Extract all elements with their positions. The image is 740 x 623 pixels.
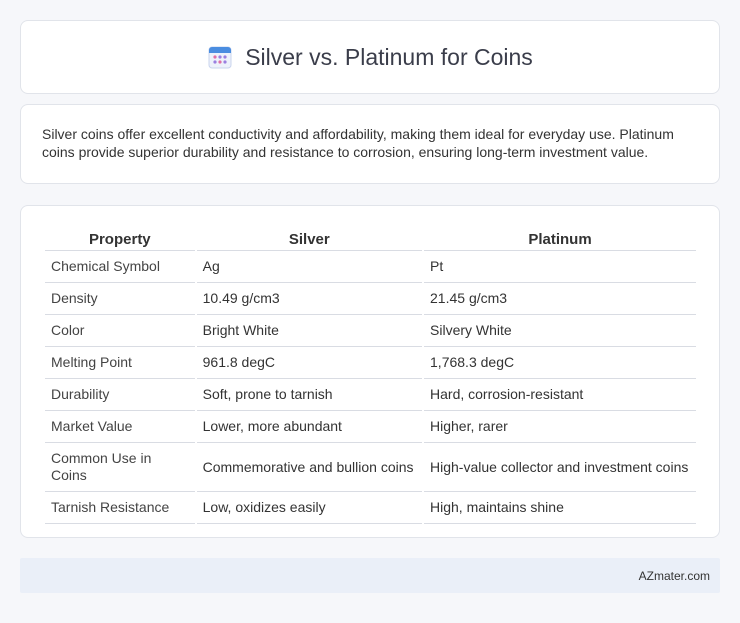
property-cell: Common Use in Coins bbox=[45, 443, 195, 492]
property-cell: Density bbox=[45, 283, 195, 315]
property-cell: Chemical Symbol bbox=[45, 251, 195, 283]
column-header-silver: Silver bbox=[196, 226, 423, 251]
table-row: Durability Soft, prone to tarnish Hard, … bbox=[45, 379, 696, 411]
column-header-platinum: Platinum bbox=[424, 226, 696, 251]
property-cell: Color bbox=[45, 315, 195, 347]
silver-cell: 10.49 g/cm3 bbox=[196, 283, 423, 315]
table-row: Common Use in Coins Commemorative and bu… bbox=[45, 443, 696, 492]
table-row: Market Value Lower, more abundant Higher… bbox=[45, 411, 696, 443]
silver-cell: 961.8 degC bbox=[196, 347, 423, 379]
property-cell: Durability bbox=[45, 379, 195, 411]
intro-text: Silver coins offer excellent conductivit… bbox=[42, 126, 674, 160]
property-cell: Melting Point bbox=[45, 347, 195, 379]
table-header-row: Property Silver Platinum bbox=[45, 226, 696, 251]
intro-card: Silver coins offer excellent conductivit… bbox=[20, 104, 720, 184]
table-row: Melting Point 961.8 degC 1,768.3 degC bbox=[45, 347, 696, 379]
property-cell: Market Value bbox=[45, 411, 195, 443]
platinum-cell: 1,768.3 degC bbox=[424, 347, 696, 379]
footer-credit: AZmater.com bbox=[638, 568, 710, 583]
platinum-cell: High, maintains shine bbox=[424, 492, 696, 524]
silver-cell: Low, oxidizes easily bbox=[196, 492, 423, 524]
calendar-icon bbox=[207, 44, 233, 70]
title-group: Silver vs. Platinum for Coins bbox=[207, 44, 533, 71]
footer-bar: AZmater.com bbox=[20, 558, 720, 593]
table-row: Density 10.49 g/cm3 21.45 g/cm3 bbox=[45, 283, 696, 315]
header-card: Silver vs. Platinum for Coins bbox=[20, 20, 720, 94]
platinum-cell: 21.45 g/cm3 bbox=[424, 283, 696, 315]
table-row: Tarnish Resistance Low, oxidizes easily … bbox=[45, 492, 696, 524]
silver-cell: Bright White bbox=[196, 315, 423, 347]
property-cell: Tarnish Resistance bbox=[45, 492, 195, 524]
platinum-cell: High-value collector and investment coin… bbox=[424, 443, 696, 492]
silver-cell: Soft, prone to tarnish bbox=[196, 379, 423, 411]
comparison-table-card: Property Silver Platinum Chemical Symbol… bbox=[20, 205, 720, 538]
silver-cell: Lower, more abundant bbox=[196, 411, 423, 443]
silver-cell: Ag bbox=[196, 251, 423, 283]
platinum-cell: Pt bbox=[424, 251, 696, 283]
silver-cell: Commemorative and bullion coins bbox=[196, 443, 423, 492]
comparison-table: Property Silver Platinum Chemical Symbol… bbox=[43, 226, 698, 524]
platinum-cell: Silvery White bbox=[424, 315, 696, 347]
platinum-cell: Higher, rarer bbox=[424, 411, 696, 443]
page-title: Silver vs. Platinum for Coins bbox=[245, 43, 533, 70]
table-row: Color Bright White Silvery White bbox=[45, 315, 696, 347]
column-header-property: Property bbox=[45, 226, 195, 251]
table-row: Chemical Symbol Ag Pt bbox=[45, 251, 696, 283]
platinum-cell: Hard, corrosion-resistant bbox=[424, 379, 696, 411]
